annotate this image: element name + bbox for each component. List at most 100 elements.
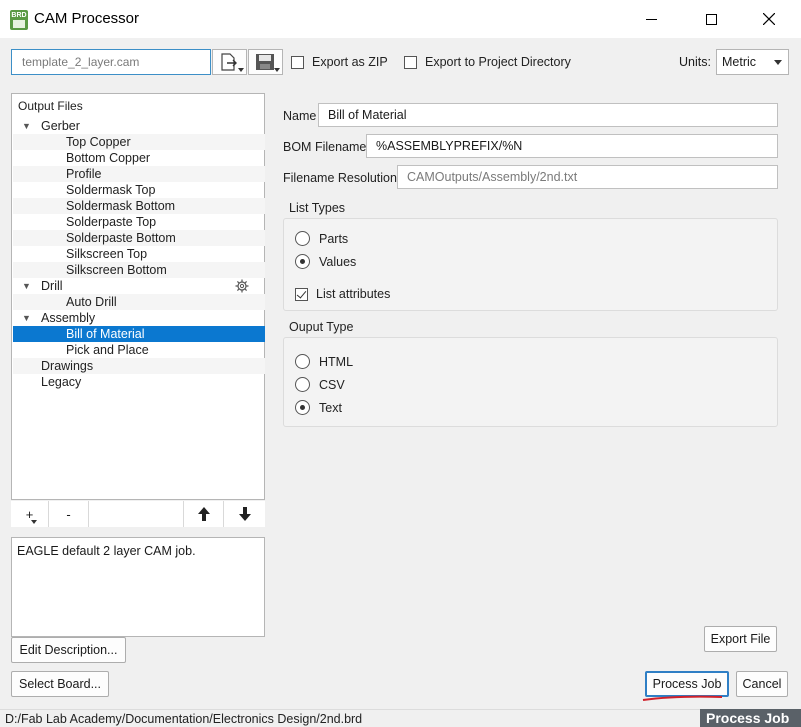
list-attributes-checkbox[interactable]: List attributes: [295, 287, 390, 301]
radio-circle[interactable]: [295, 377, 310, 392]
expand-arrow-icon[interactable]: ▼: [22, 310, 31, 326]
radio-circle[interactable]: [295, 400, 310, 415]
tree-item-label: Drawings: [41, 359, 94, 373]
name-field[interactable]: Bill of Material: [318, 103, 778, 127]
tree-item-label: Soldermask Top: [66, 183, 156, 197]
tree-item[interactable]: Auto Drill: [13, 294, 265, 310]
tree-item-label: Assembly: [41, 311, 96, 325]
units-select[interactable]: Metric: [716, 49, 789, 75]
maximize-button[interactable]: [688, 0, 734, 38]
open-template-button[interactable]: [212, 49, 247, 75]
save-floppy-icon: [256, 54, 274, 70]
close-icon: [763, 13, 775, 25]
radio-parts[interactable]: Parts: [295, 231, 348, 246]
move-up-button[interactable]: [184, 501, 224, 527]
export-zip-checkbox[interactable]: Export as ZIP: [291, 55, 388, 69]
radio-circle[interactable]: [295, 254, 310, 269]
tree-item-label: Top Copper: [66, 135, 131, 149]
board-path: D:/Fab Lab Academy/Documentation/Electro…: [5, 712, 363, 726]
radio-circle[interactable]: [295, 231, 310, 246]
tree-item[interactable]: Solderpaste Top: [13, 214, 265, 230]
open-file-icon: [221, 53, 237, 71]
radio-csv[interactable]: CSV: [295, 377, 345, 392]
bom-filename-field[interactable]: %ASSEMBLYPREFIX/%N: [366, 134, 778, 158]
app-brd-icon: BRD: [10, 10, 28, 30]
arrow-down-icon: [238, 507, 251, 521]
maximize-icon: [705, 13, 717, 25]
checkbox-box[interactable]: [295, 287, 308, 301]
tree-item-label: Gerber: [41, 119, 80, 133]
tree-toolbar: + -: [11, 501, 265, 527]
tree-item[interactable]: Silkscreen Top: [13, 246, 265, 262]
tree-item[interactable]: Top Copper: [13, 134, 265, 150]
tree-group-item[interactable]: ▼ Drill: [13, 278, 265, 294]
list-types-title: List Types: [289, 201, 346, 215]
checkbox-box[interactable]: [291, 55, 304, 69]
tree-group-item[interactable]: Legacy: [13, 374, 265, 390]
bom-filename-label: BOM Filename: [283, 140, 367, 154]
tree-item-label: Bottom Copper: [66, 151, 151, 165]
select-board-button[interactable]: Select Board...: [11, 671, 109, 697]
tree-item-label: Solderpaste Bottom: [66, 231, 176, 245]
expand-arrow-icon[interactable]: ▼: [22, 278, 31, 294]
radio-values-label: Values: [319, 254, 357, 269]
tree-group-item[interactable]: ▼ Gerber: [13, 118, 265, 134]
radio-parts-label: Parts: [319, 231, 349, 246]
tree-item[interactable]: Soldermask Bottom: [13, 198, 265, 214]
minimize-icon: [645, 18, 657, 20]
filename-resolution-label: Filename Resolution: [283, 171, 397, 185]
close-button[interactable]: [746, 0, 792, 38]
tree-item-label: Soldermask Bottom: [66, 199, 176, 213]
cancel-button[interactable]: Cancel: [736, 671, 788, 697]
export-project-dir-checkbox[interactable]: Export to Project Directory: [404, 55, 571, 69]
remove-icon: -: [66, 506, 71, 522]
tree-item[interactable]: Bill of Material: [13, 326, 265, 342]
red-underline-annotation: [642, 695, 723, 701]
export-file-button[interactable]: Export File: [704, 626, 777, 652]
status-bar: D:/Fab Lab Academy/Documentation/Electro…: [0, 709, 801, 727]
expand-arrow-icon[interactable]: ▼: [22, 118, 31, 134]
tree-item-label: Silkscreen Top: [66, 247, 148, 261]
export-project-dir-label: Export to Project Directory: [425, 55, 571, 69]
tree-item[interactable]: Bottom Copper: [13, 150, 265, 166]
tree-item-label: Pick and Place: [66, 343, 149, 357]
add-output-button[interactable]: +: [11, 501, 49, 527]
units-label: Units:: [679, 55, 711, 69]
radio-text-label: Text: [319, 400, 342, 415]
output-files-tree[interactable]: Output Files ▼ Gerber Top Copper Bottom Cop…: [11, 93, 265, 500]
minimize-button[interactable]: [628, 0, 674, 38]
edit-description-button[interactable]: Edit Description...: [11, 637, 126, 663]
gear-icon[interactable]: [235, 279, 249, 293]
window-title: CAM Processor: [34, 10, 140, 27]
radio-text[interactable]: Text: [295, 400, 342, 415]
tree-item-label: Silkscreen Bottom: [66, 263, 167, 277]
name-label: Name: [283, 109, 317, 123]
remove-output-button[interactable]: -: [49, 501, 89, 527]
tree-item[interactable]: Silkscreen Bottom: [13, 262, 265, 278]
output-type-title: Ouput Type: [289, 320, 354, 334]
radio-values[interactable]: Values: [295, 254, 356, 269]
toolbar-spacer: [89, 501, 184, 527]
tree-group-item[interactable]: Drawings: [13, 358, 265, 374]
template-input[interactable]: [11, 49, 211, 75]
filename-resolution-field: CAMOutputs/Assembly/2nd.txt: [397, 165, 778, 189]
tree-group-item[interactable]: ▼ Assembly: [13, 310, 265, 326]
output-type-group: [283, 337, 778, 427]
title-bar: BRD CAM Processor: [0, 0, 801, 38]
tree-item[interactable]: Pick and Place: [13, 342, 265, 358]
radio-html-label: HTML: [319, 354, 354, 369]
tree-header: Output Files: [18, 99, 83, 113]
tree-item-label: Drill: [41, 279, 63, 293]
tree-item[interactable]: Soldermask Top: [13, 182, 265, 198]
radio-html[interactable]: HTML: [295, 354, 353, 369]
tree-item-label: Profile: [66, 167, 102, 181]
checkbox-box[interactable]: [404, 55, 417, 69]
arrow-up-icon: [197, 507, 210, 521]
app-icon-text: BRD: [11, 12, 27, 19]
tree-item[interactable]: Profile: [13, 166, 265, 182]
save-template-button[interactable]: [248, 49, 283, 75]
tree-item[interactable]: Solderpaste Bottom: [13, 230, 265, 246]
radio-csv-label: CSV: [319, 377, 345, 392]
move-down-button[interactable]: [224, 501, 265, 527]
radio-circle[interactable]: [295, 354, 310, 369]
